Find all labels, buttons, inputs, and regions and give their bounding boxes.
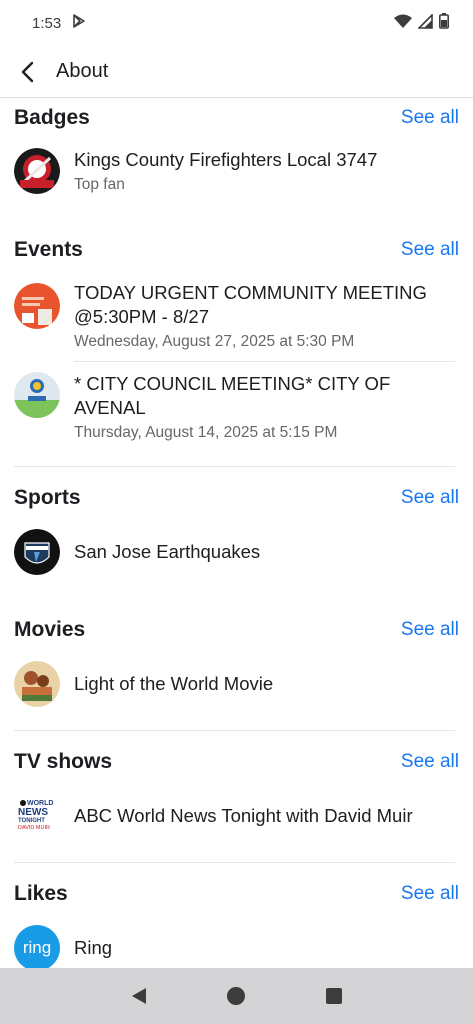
abc-news-logo-icon: WORLD NEWS TONIGHT DAVID MUIR <box>14 793 60 839</box>
section-title-tv-shows: TV shows <box>14 750 113 773</box>
badge-title: Kings County Firefighters Local 3747 <box>74 149 378 170</box>
movies-section-header: Movies See all <box>14 616 459 644</box>
event-title-line2: @5:30PM - 8/27 <box>74 306 209 327</box>
page-title: About <box>56 60 109 82</box>
app-bar: About <box>0 46 473 98</box>
event-date: Thursday, August 14, 2025 at 5:15 PM <box>74 424 338 441</box>
events-section-header: Events See all <box>14 236 459 264</box>
event-thumbnail-icon <box>14 283 60 329</box>
section-title-badges: Badges <box>14 106 90 129</box>
movies-see-all-link[interactable]: See all <box>401 619 459 641</box>
likes-see-all-link[interactable]: See all <box>401 883 459 905</box>
tv-show-title: ABC World News Tonight with David Muir <box>74 805 413 826</box>
tv-show-item[interactable]: WORLD NEWS TONIGHT DAVID MUIR ABC World … <box>14 793 459 839</box>
back-button[interactable] <box>8 52 48 92</box>
logo-text-anchor: DAVID MUIR <box>18 825 50 831</box>
ring-logo-text: ring <box>22 938 52 957</box>
play-store-icon <box>71 13 87 33</box>
status-time: 1:53 <box>32 14 62 32</box>
nav-back-button[interactable] <box>124 981 154 1011</box>
system-nav-bar <box>0 968 473 1024</box>
recents-square-icon <box>326 988 343 1004</box>
nav-recents-button[interactable] <box>319 981 349 1011</box>
logo-text-news: NEWS <box>18 807 48 818</box>
badge-item[interactable]: Kings County Firefighters Local 3747 Top… <box>14 148 459 196</box>
section-divider <box>14 730 455 731</box>
section-title-movies: Movies <box>14 618 86 641</box>
status-bar: 1:53 <box>0 0 473 46</box>
movie-item[interactable]: Light of the World Movie <box>14 661 459 707</box>
like-item[interactable]: ring Ring <box>14 925 459 968</box>
event-title-line1: * CITY COUNCIL MEETING* CITY OF <box>74 373 391 394</box>
likes-section-header: Likes See all <box>14 880 459 908</box>
tv-shows-see-all-link[interactable]: See all <box>401 751 459 773</box>
home-circle-icon <box>227 987 246 1005</box>
movie-title: Light of the World Movie <box>74 673 274 694</box>
signal-icon <box>417 12 433 33</box>
earthquakes-logo-icon <box>14 529 60 575</box>
event-thumbnail-icon <box>14 372 60 418</box>
logo-text-world: WORLD <box>27 800 53 807</box>
event-item[interactable]: TODAY URGENT COMMUNITY MEETING @5:30PM -… <box>14 281 459 353</box>
badge-subtitle: Top fan <box>74 176 125 193</box>
section-divider <box>14 862 455 863</box>
sports-item[interactable]: San Jose Earthquakes <box>14 529 459 575</box>
wifi-icon <box>394 14 412 33</box>
events-see-all-link[interactable]: See all <box>401 239 459 261</box>
like-title: Ring <box>74 937 113 958</box>
sports-see-all-link[interactable]: See all <box>401 487 459 509</box>
sports-section-header: Sports See all <box>14 484 459 512</box>
section-title-likes: Likes <box>14 882 68 905</box>
badges-see-all-link[interactable]: See all <box>401 107 459 129</box>
back-triangle-icon <box>131 988 146 1004</box>
event-divider <box>74 361 455 362</box>
ring-logo-icon: ring <box>14 925 60 968</box>
event-title-line1: TODAY URGENT COMMUNITY MEETING <box>74 282 427 303</box>
badges-section-header: Badges See all <box>14 104 459 132</box>
nav-home-button[interactable] <box>221 981 251 1011</box>
movie-poster-icon <box>14 661 60 707</box>
event-item[interactable]: * CITY COUNCIL MEETING* CITY OF AVENAL T… <box>14 372 459 444</box>
event-date: Wednesday, August 27, 2025 at 5:30 PM <box>74 333 355 350</box>
tv-shows-section-header: TV shows See all <box>14 748 459 776</box>
section-divider <box>14 466 455 467</box>
section-title-events: Events <box>14 238 83 261</box>
back-arrow-icon <box>21 61 34 82</box>
about-content[interactable]: Badges See all Kings County Firefighters… <box>0 98 473 968</box>
sports-title: San Jose Earthquakes <box>74 541 261 562</box>
logo-text-tonight: TONIGHT <box>18 818 45 824</box>
event-title-line2: AVENAL <box>74 397 146 418</box>
firefighters-logo-icon <box>14 148 60 194</box>
section-title-sports: Sports <box>14 486 81 509</box>
battery-icon <box>439 13 449 33</box>
